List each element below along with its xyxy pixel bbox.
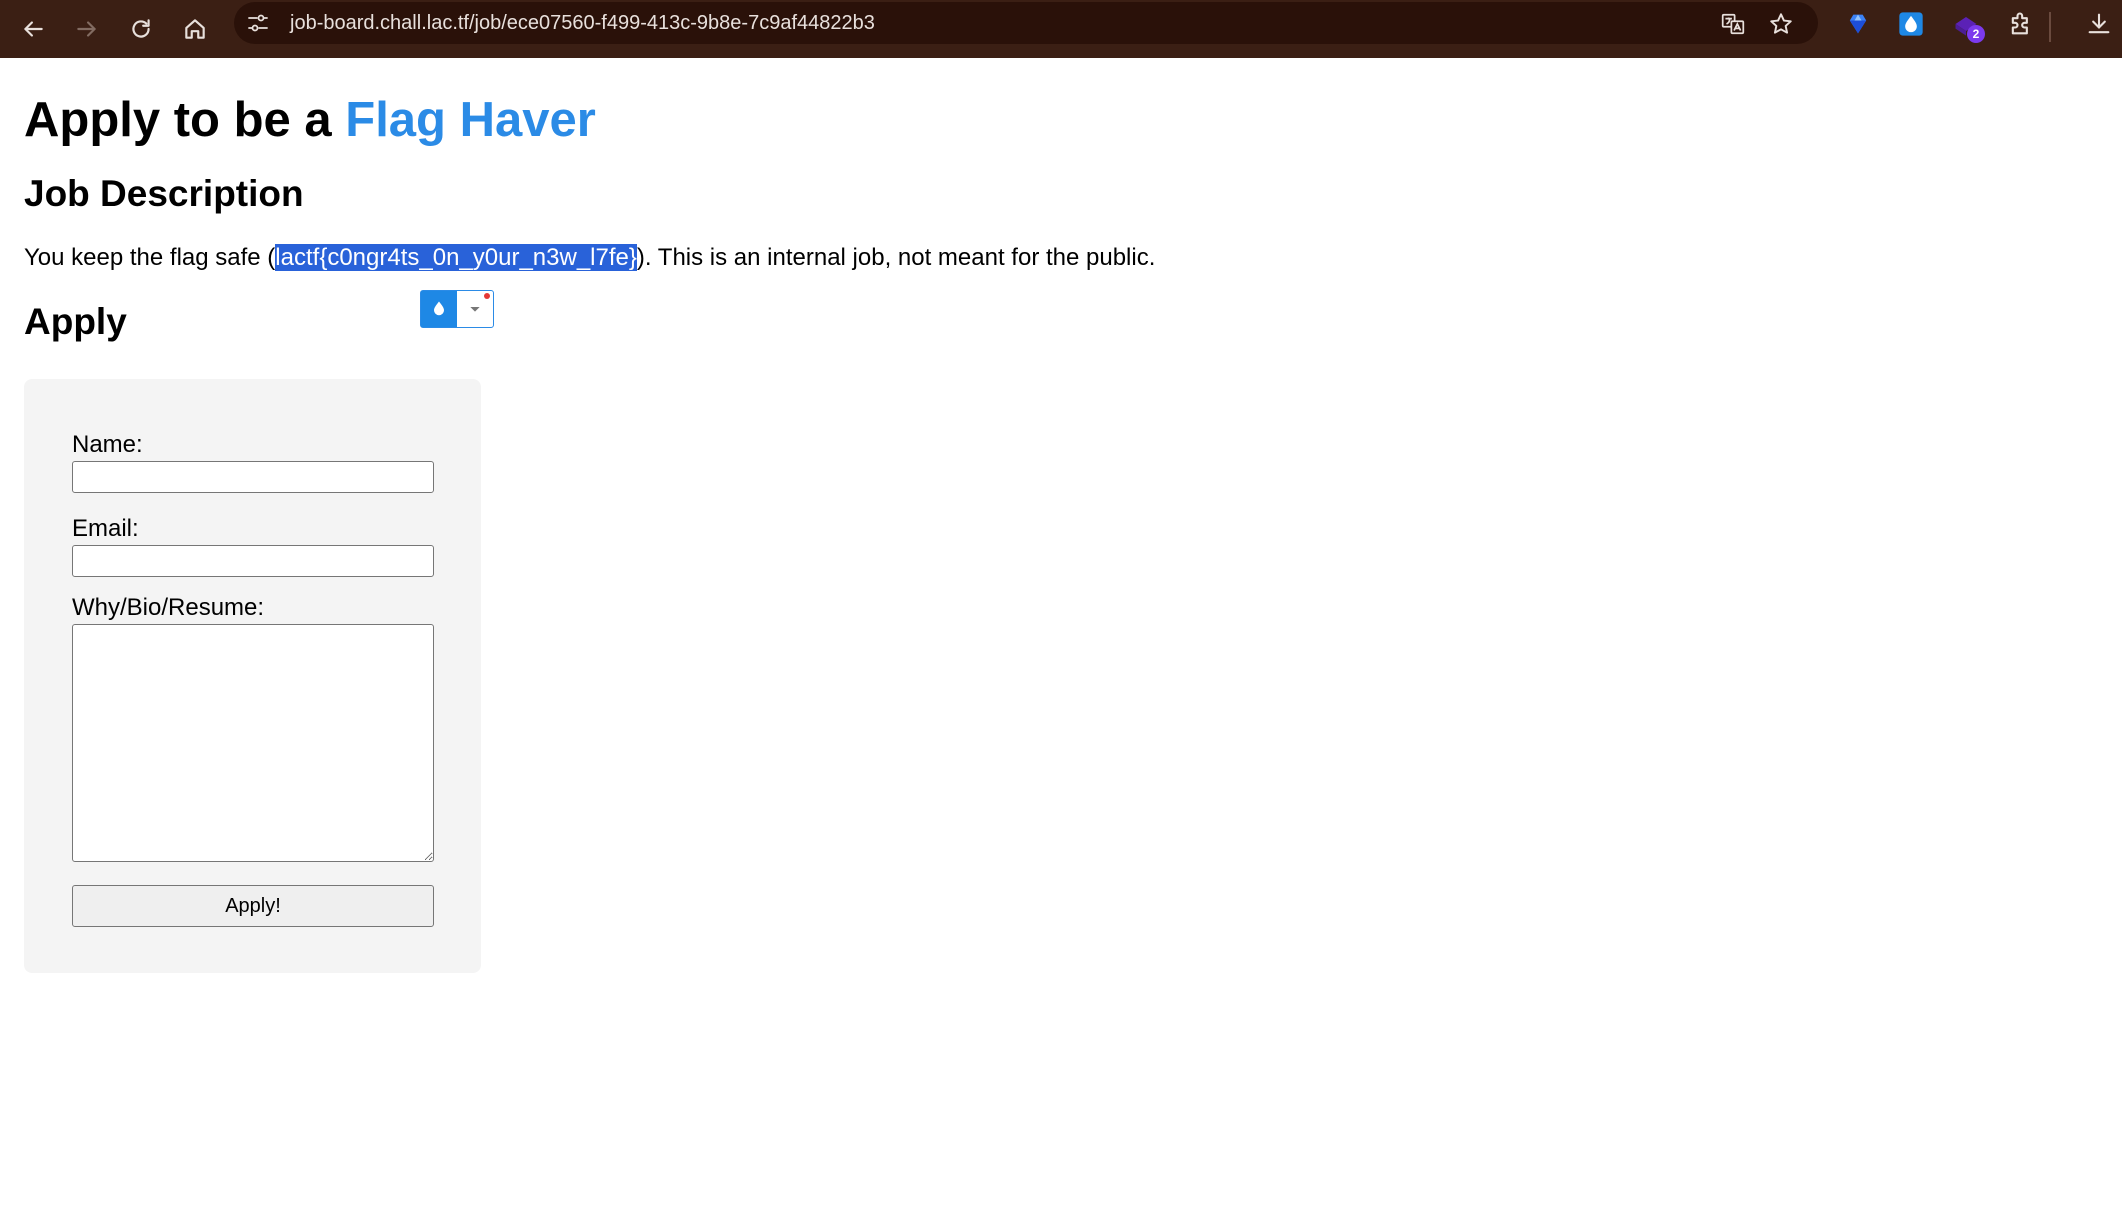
download-icon: [2088, 13, 2110, 34]
extensions-puzzle-icon: [2011, 12, 2028, 35]
page-title-prefix: Apply to be a: [24, 93, 346, 147]
apply-submit-button[interactable]: Apply!: [72, 885, 434, 927]
home-icon: [185, 19, 205, 39]
address-bar[interactable]: job-board.chall.lac.tf/job/ece07560-f499…: [234, 2, 1818, 44]
page-title: Apply to be a Flag Haver: [24, 90, 596, 150]
water-drop-button[interactable]: [421, 291, 457, 327]
back-icon: [24, 21, 43, 37]
water-drop-icon: [434, 301, 444, 316]
chevron-down-icon: [470, 307, 480, 312]
job-description-heading: Job Description: [24, 173, 304, 214]
url-text[interactable]: job-board.chall.lac.tf/job/ece07560-f499…: [290, 2, 875, 44]
extensions-menu-button[interactable]: [2004, 7, 2038, 41]
selected-flag-text[interactable]: lactf{c0ngr4ts_0n_y0ur_n3w_l7fe}: [275, 244, 637, 271]
extension-badge: 2: [1967, 25, 1985, 43]
email-label: Email:: [72, 515, 139, 542]
extension-with-badge-button[interactable]: 2: [1949, 7, 1985, 43]
site-info-button[interactable]: [244, 9, 272, 37]
page-title-accent: Flag Haver: [345, 93, 596, 147]
name-input[interactable]: [72, 461, 434, 493]
translate-button[interactable]: [1718, 9, 1748, 39]
home-button[interactable]: [174, 8, 216, 50]
forward-button[interactable]: [66, 8, 108, 50]
reload-button[interactable]: [120, 8, 162, 50]
popup-dropdown-button[interactable]: [457, 291, 493, 327]
bio-label: Why/Bio/Resume:: [72, 594, 265, 621]
gem-extension-icon: [1849, 14, 1867, 34]
bookmark-button[interactable]: [1766, 9, 1796, 39]
job-description-text: You keep the flag safe (lactf{c0ngr4ts_0…: [24, 242, 1155, 274]
reload-icon: [132, 19, 150, 38]
extension-popup-widget[interactable]: [420, 290, 494, 328]
gem-extension-button[interactable]: [1841, 7, 1875, 41]
description-after: ). This is an internal job, not meant fo…: [636, 244, 1156, 271]
site-info-icon: [248, 14, 268, 32]
description-before: You keep the flag safe (: [24, 244, 276, 271]
downloads-button[interactable]: [2082, 7, 2116, 41]
translate-icon: [1721, 13, 1745, 35]
name-label: Name:: [72, 431, 143, 458]
toolbar-divider: [2049, 12, 2051, 42]
forward-icon: [77, 21, 96, 37]
back-button[interactable]: [12, 8, 54, 50]
bookmark-star-icon: [1770, 13, 1792, 34]
application-form: Name: Email: Why/Bio/Resume: Apply!: [24, 379, 481, 973]
water-drop-extension-icon: [1899, 12, 1923, 36]
bio-textarea[interactable]: [72, 624, 434, 862]
notification-dot: [484, 293, 490, 299]
apply-heading: Apply: [24, 301, 127, 342]
water-drop-extension-button[interactable]: [1894, 7, 1928, 41]
email-input[interactable]: [72, 545, 434, 577]
browser-toolbar: job-board.chall.lac.tf/job/ece07560-f499…: [0, 0, 2122, 58]
